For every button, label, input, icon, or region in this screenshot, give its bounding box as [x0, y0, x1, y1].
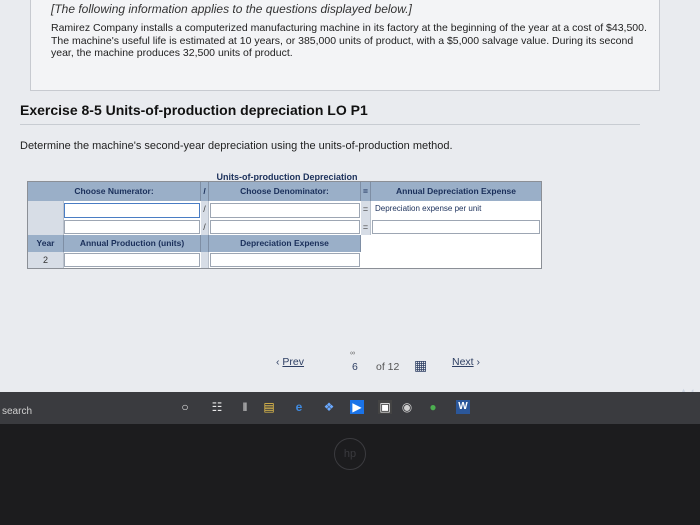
divider — [20, 124, 640, 125]
chevron-left-icon: ‹ — [276, 356, 280, 368]
taskbar: search ○ ☷ ‖ ▤ e ❖ ▶ ▣ ◉ ● W — [0, 392, 700, 424]
denominator-header: Choose Denominator: — [209, 182, 361, 201]
badge-app-icon[interactable]: ◉ — [400, 400, 414, 414]
info-text: Ramirez Company installs a computerized … — [51, 22, 647, 59]
numerator-input[interactable] — [64, 203, 200, 218]
app-icon[interactable]: ▣ — [378, 400, 392, 414]
question-text: Determine the machine's second-year depr… — [20, 140, 453, 152]
info-header: [The following information applies to th… — [51, 2, 412, 16]
edge-icon[interactable]: e — [292, 400, 306, 414]
link-icon: ∞ — [350, 350, 355, 357]
expense-header: Depreciation Expense — [209, 235, 361, 252]
result-header: Annual Depreciation Expense — [371, 182, 541, 201]
depreciation-table: Choose Numerator: / Choose Denominator: … — [27, 181, 542, 269]
browser-viewport: [The following information applies to th… — [0, 0, 700, 392]
chevron-right-icon: › — [476, 356, 481, 368]
row2-spacer — [28, 219, 64, 235]
prev-label: Prev — [282, 356, 305, 368]
row1-divide: / — [201, 201, 209, 219]
row1-spacer — [28, 201, 64, 219]
separator-icon: ‖ — [242, 400, 248, 414]
taskbar-search[interactable]: search — [2, 406, 32, 417]
production-header: Annual Production (units) — [64, 235, 201, 252]
row1-equals: = — [361, 201, 371, 219]
row1-result-label: Depreciation expense per unit — [375, 204, 482, 213]
info-box: [The following information applies to th… — [30, 0, 660, 91]
row3-divide-header — [201, 235, 209, 252]
word-icon[interactable]: W — [456, 400, 470, 414]
page-of: of 12 — [376, 361, 400, 373]
next-label: Next — [452, 356, 474, 368]
next-button[interactable]: Next › — [452, 356, 480, 368]
expense-input[interactable] — [210, 253, 360, 267]
year-header: Year — [28, 235, 64, 252]
equals-header: = — [361, 182, 371, 201]
store-icon[interactable]: ▶ — [350, 400, 364, 414]
production-input[interactable] — [64, 253, 200, 267]
file-explorer-icon[interactable]: ▤ — [262, 400, 276, 414]
denominator-input-2[interactable] — [210, 220, 360, 234]
result-input-2[interactable] — [372, 220, 540, 234]
exercise-title: Exercise 8-5 Units-of-production depreci… — [20, 102, 368, 118]
grid-icon[interactable]: ▦ — [414, 357, 427, 374]
numerator-header: Choose Numerator: — [28, 182, 201, 201]
divide-header: / — [201, 182, 209, 201]
hp-logo-icon: hp — [334, 438, 366, 470]
row3-spacer — [201, 252, 209, 268]
prev-button[interactable]: ‹ Prev — [276, 356, 304, 368]
row2-divide: / — [201, 219, 209, 235]
chrome-icon[interactable]: ● — [426, 400, 440, 414]
row2-equals: = — [361, 219, 371, 235]
task-view-icon[interactable]: ☷ — [210, 400, 224, 414]
cortana-icon[interactable]: ○ — [178, 400, 192, 414]
denominator-input[interactable] — [210, 203, 360, 218]
year-value: 2 — [28, 252, 64, 268]
dropbox-icon[interactable]: ❖ — [322, 400, 336, 414]
page-current: 6 — [352, 361, 358, 373]
numerator-input-2[interactable] — [64, 220, 200, 234]
